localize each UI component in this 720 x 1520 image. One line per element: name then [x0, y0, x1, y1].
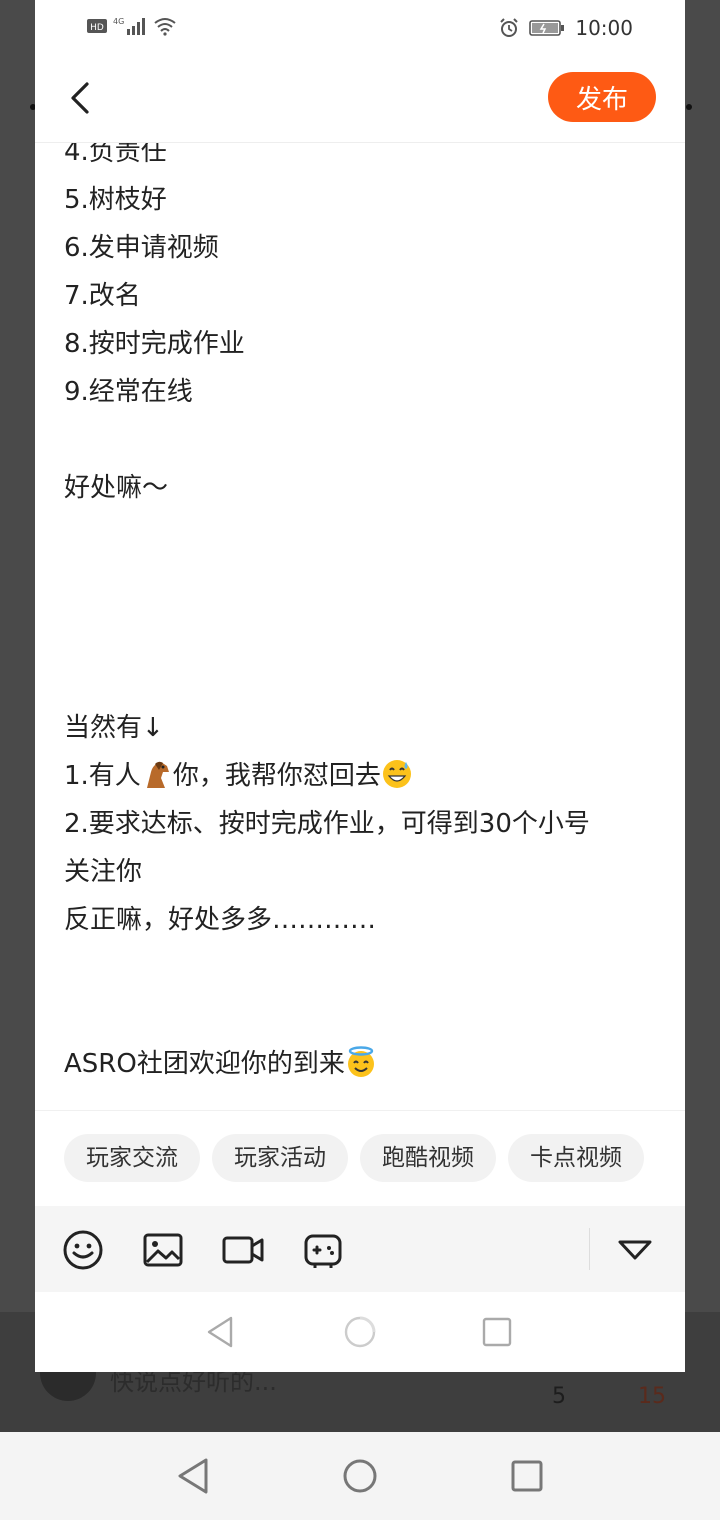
wifi-icon [154, 18, 176, 36]
alarm-icon [500, 18, 519, 37]
post-line [64, 944, 664, 992]
post-line: 反正嘛，好处多多………… [64, 905, 377, 935]
post-line: 1.有人 你，我帮你怼回去 [64, 752, 664, 800]
post-line: 8.按时完成作业 [64, 329, 245, 359]
image-icon[interactable] [141, 1228, 185, 1272]
nav-recents-icon[interactable] [477, 1312, 517, 1352]
post-line: 5.树枝好 [64, 185, 167, 215]
horse-emoji-icon [146, 761, 169, 788]
post-line [64, 512, 664, 560]
back-arrow-icon[interactable] [63, 78, 103, 118]
post-line: 9.经常在线 [64, 377, 193, 407]
hd-icon: HD [87, 19, 107, 33]
system-back-icon[interactable] [176, 1456, 210, 1496]
post-body-editor[interactable]: 4.负责任 5.树枝好 6.发申请视频 7.改名 8.按时完成作业 9.经常在线… [64, 128, 664, 1088]
background-count-a: 5 [552, 1384, 566, 1409]
post-line-text: ASRO社团欢迎你的到来 [64, 1049, 345, 1079]
post-line: 6.发申请视频 [64, 233, 219, 263]
post-line-text: 你，我帮你怼回去 [172, 761, 381, 791]
status-bar: HD 4G 10:00 [35, 0, 685, 56]
battery-icon [529, 20, 565, 36]
background-dot-right [686, 104, 692, 110]
loading-spinner-icon [344, 1316, 376, 1348]
post-line [64, 992, 664, 1040]
post-line: 好处嘛～ [64, 473, 169, 503]
topic-tag-list: 玩家交流 玩家活动 跑酷视频 卡点视频 [64, 1134, 656, 1184]
game-icon[interactable] [301, 1228, 345, 1272]
toolbar-divider [589, 1228, 590, 1270]
halo-smile-emoji-icon [347, 1046, 374, 1077]
post-line-text: 1.有人 [64, 761, 141, 791]
compose-toolbar [35, 1206, 685, 1292]
post-line [64, 656, 664, 704]
post-line: 2.要求达标、按时完成作业，可得到30个小号 [64, 809, 590, 839]
content-divider [35, 1110, 685, 1111]
topic-tag[interactable]: 跑酷视频 [360, 1134, 496, 1182]
nav-back-icon[interactable] [201, 1312, 241, 1352]
system-navigation-bar [0, 1432, 720, 1520]
background-count-b: 15 [638, 1384, 666, 1409]
post-line [64, 560, 664, 608]
system-home-icon[interactable] [342, 1458, 378, 1494]
svg-text:HD: HD [90, 23, 104, 33]
compose-window: HD 4G 10:00 发布 4.负责任 5.树枝好 6.发申请视频 7.改名 … [35, 0, 685, 1372]
system-recents-icon[interactable] [510, 1459, 544, 1493]
post-line: 当然有↓ [64, 713, 164, 743]
post-line: 7.改名 [64, 281, 141, 311]
video-icon[interactable] [221, 1228, 265, 1272]
topic-tag[interactable]: 玩家交流 [64, 1134, 200, 1182]
post-line: 关注你 [64, 857, 143, 887]
network-type: 4G [113, 17, 124, 26]
post-line [64, 608, 664, 656]
topic-tag[interactable]: 玩家活动 [212, 1134, 348, 1182]
modal-navigation-bar [35, 1292, 685, 1372]
post-line: ASRO社团欢迎你的到来 [64, 1040, 664, 1088]
publish-button[interactable]: 发布 [548, 72, 656, 122]
post-line [64, 416, 664, 464]
topic-tag[interactable]: 卡点视频 [508, 1134, 644, 1182]
emoji-icon[interactable] [61, 1228, 105, 1272]
clock-time: 10:00 [575, 16, 633, 40]
grinning-sweat-emoji-icon [382, 760, 411, 788]
compose-header: 发布 [35, 56, 685, 143]
cellular-signal-icon: 4G [113, 17, 145, 35]
collapse-icon[interactable] [613, 1228, 657, 1272]
